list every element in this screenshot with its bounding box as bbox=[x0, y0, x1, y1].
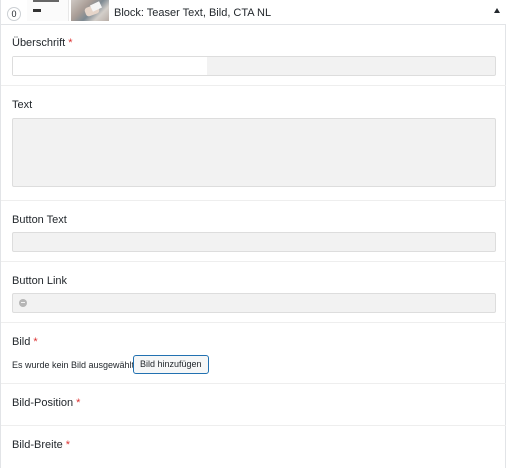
field-image-width-label: Bild-Breite * bbox=[12, 439, 70, 451]
field-text: Text bbox=[1, 86, 506, 201]
button-text-input[interactable] bbox=[12, 232, 496, 252]
heading-input-value bbox=[13, 57, 207, 75]
field-heading: Überschrift * bbox=[1, 26, 506, 86]
field-image-label: Bild * bbox=[12, 336, 38, 348]
field-image-position: Bild-Position * bbox=[1, 384, 506, 426]
field-button-link: Button Link bbox=[1, 262, 506, 323]
block-preview-thumbnail bbox=[27, 0, 69, 21]
block-title: Block: Teaser Text, Bild, CTA NL bbox=[114, 7, 272, 19]
field-image-position-label: Bild-Position * bbox=[12, 397, 80, 409]
field-image-position-label-text: Bild-Position bbox=[12, 397, 74, 409]
field-image-width: Bild-Breite * bbox=[1, 426, 506, 468]
field-button-link-label: Button Link bbox=[12, 275, 68, 287]
link-icon bbox=[19, 299, 27, 307]
preview-button-shape bbox=[33, 9, 41, 12]
field-image-width-label-text: Bild-Breite bbox=[12, 439, 63, 451]
field-image: Bild * Es wurde kein Bild ausgewählt Bild… bbox=[1, 323, 506, 384]
required-marker: * bbox=[76, 397, 81, 409]
block-preview-image bbox=[71, 0, 109, 21]
preview-heading-line bbox=[33, 0, 59, 2]
collapse-toggle-icon[interactable] bbox=[494, 8, 500, 13]
field-button-text-label: Button Text bbox=[12, 214, 67, 226]
heading-input[interactable] bbox=[12, 56, 496, 76]
field-text-label: Text bbox=[12, 99, 33, 111]
preview-card-shape bbox=[89, 1, 103, 12]
text-textarea[interactable] bbox=[12, 118, 496, 187]
acf-flexible-layout: 0 Block: Teaser Text, Bild, CTA NL Übers… bbox=[0, 0, 506, 468]
field-heading-label: Überschrift * bbox=[12, 37, 72, 49]
field-heading-label-text: Überschrift bbox=[12, 37, 66, 49]
field-image-label-text: Bild bbox=[12, 336, 31, 348]
required-marker: * bbox=[65, 439, 71, 451]
no-image-note: Es wurde kein Bild ausgewählt bbox=[12, 360, 135, 370]
required-marker: * bbox=[68, 37, 73, 49]
block-order-badge[interactable]: 0 bbox=[7, 7, 21, 21]
add-image-button[interactable]: Bild hinzufügen bbox=[133, 355, 209, 374]
block-header[interactable]: 0 Block: Teaser Text, Bild, CTA NL bbox=[1, 0, 506, 25]
button-link-input[interactable] bbox=[12, 293, 496, 313]
field-button-text: Button Text bbox=[1, 201, 506, 262]
required-marker: * bbox=[33, 336, 38, 348]
